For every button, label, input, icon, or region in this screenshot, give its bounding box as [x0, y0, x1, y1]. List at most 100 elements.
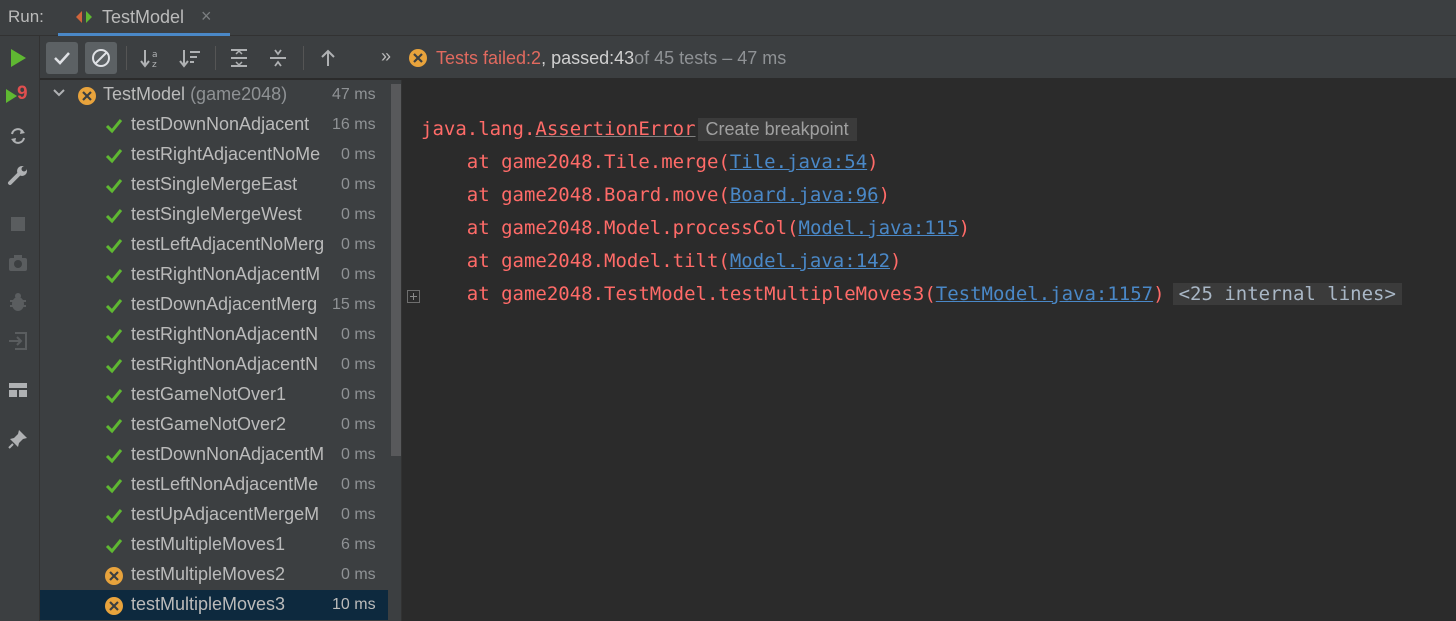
- frame-suffix: ): [867, 151, 879, 173]
- create-breakpoint-link[interactable]: Create breakpoint: [697, 118, 857, 141]
- source-link[interactable]: Tile.java:54: [730, 151, 867, 173]
- test-name: testGameNotOver1: [131, 384, 287, 404]
- test-row[interactable]: testLeftAdjacentNoMerg 0 ms: [40, 230, 388, 260]
- run-button[interactable]: [4, 44, 32, 72]
- pin-tab-button[interactable]: [4, 425, 32, 453]
- internal-lines-fold[interactable]: <25 internal lines>: [1172, 283, 1402, 305]
- suite-package: (game2048): [190, 84, 288, 104]
- frame-method: at game2048.Tile.merge(: [421, 151, 730, 173]
- frame-method: at game2048.TestModel.testMultipleMoves3…: [421, 283, 936, 305]
- show-ignored-icon: [92, 49, 110, 67]
- debug-button[interactable]: [4, 288, 32, 316]
- toggle-auto-test-button[interactable]: [4, 122, 32, 150]
- test-row[interactable]: testRightNonAdjacentM 0 ms: [40, 260, 388, 290]
- expand-all-button[interactable]: [223, 42, 255, 74]
- test-name: testLeftNonAdjacentMe: [131, 474, 319, 494]
- passed-check-icon: [105, 449, 123, 464]
- stack-frame-line: at game2048.Board.move(Board.java:96): [421, 184, 890, 212]
- test-duration: 6 ms: [341, 536, 376, 554]
- tab-testmodel[interactable]: TestModel ×: [58, 0, 230, 36]
- failed-count: 2: [531, 47, 542, 68]
- test-name: testMultipleMoves2: [131, 564, 286, 584]
- source-link[interactable]: Model.java:115: [799, 217, 959, 239]
- test-duration: 0 ms: [341, 176, 376, 194]
- test-duration: 0 ms: [341, 146, 376, 164]
- test-row[interactable]: testSingleMergeWest 0 ms: [40, 200, 388, 230]
- test-row[interactable]: testMultipleMoves3 10 ms: [40, 590, 388, 620]
- test-row[interactable]: testDownNonAdjacentM 0 ms: [40, 440, 388, 470]
- test-row[interactable]: testMultipleMoves2 0 ms: [40, 560, 388, 590]
- source-link[interactable]: TestModel.java:1157: [936, 283, 1153, 305]
- collapse-all-button[interactable]: [262, 42, 294, 74]
- close-icon[interactable]: ×: [201, 6, 212, 27]
- sort-alpha-icon: a z: [140, 50, 158, 69]
- test-row[interactable]: testGameNotOver2 0 ms: [40, 410, 388, 440]
- test-row[interactable]: testRightNonAdjacentN 0 ms: [40, 320, 388, 350]
- failed-status-icon: [105, 597, 123, 615]
- test-row[interactable]: testSingleMergeEast 0 ms: [40, 170, 388, 200]
- expand-all-icon: [231, 49, 247, 67]
- show-passed-icon: [54, 52, 70, 65]
- import-icon: [9, 332, 27, 350]
- left-action-toolbar: 9: [0, 36, 40, 621]
- frame-suffix: ): [890, 250, 902, 272]
- test-row[interactable]: testRightAdjacentNoMe 0 ms: [40, 140, 388, 170]
- test-row[interactable]: testGameNotOver1 0 ms: [40, 380, 388, 410]
- total-label: of 45 tests – 47 ms: [634, 47, 787, 68]
- junit-config-icon: [76, 11, 92, 23]
- console-output: java.lang.AssertionError Create breakpoin…: [403, 80, 1456, 621]
- show-ignored-button[interactable]: [85, 42, 117, 74]
- stack-frame-line: at game2048.TestModel.testMultipleMoves3…: [421, 283, 1402, 311]
- test-row[interactable]: testDownNonAdjacent 16 ms: [40, 110, 388, 140]
- failed-status-icon: [105, 567, 123, 585]
- toggle-auto-test-icon: [11, 128, 25, 144]
- passed-check-icon: [105, 269, 123, 284]
- exception-line: java.lang.AssertionError Create breakpoin…: [421, 118, 857, 146]
- expand-fold-icon[interactable]: [407, 290, 420, 303]
- svg-text:a: a: [152, 50, 158, 60]
- tree-root-row[interactable]: TestModel (game2048) 47 ms: [40, 80, 388, 110]
- frame-method: at game2048.Board.move(: [421, 184, 730, 206]
- screenshot-icon: [9, 255, 27, 271]
- test-name: testUpAdjacentMergeM: [131, 504, 320, 524]
- svg-text:z: z: [152, 60, 157, 69]
- test-name: testDownAdjacentMerg: [131, 294, 318, 314]
- passed-check-icon: [105, 239, 123, 254]
- rerun-failed-button[interactable]: 9: [4, 82, 32, 110]
- run-icon: [11, 49, 26, 67]
- stop-button[interactable]: [4, 210, 32, 238]
- failed-label: Tests failed:: [436, 47, 532, 68]
- chevron-down-icon[interactable]: [52, 86, 66, 100]
- sort-by-duration-button[interactable]: [174, 42, 206, 74]
- stack-frame-line: at game2048.Model.tilt(Model.java:142): [421, 250, 902, 278]
- screenshot-button[interactable]: [4, 249, 32, 277]
- test-row[interactable]: testUpAdjacentMergeM 0 ms: [40, 500, 388, 530]
- test-duration: 0 ms: [341, 506, 376, 524]
- test-name: testDownNonAdjacentM: [131, 444, 325, 464]
- test-row[interactable]: testRightNonAdjacentN 0 ms: [40, 350, 388, 380]
- passed-check-icon: [105, 149, 123, 164]
- previous-failed-button[interactable]: [312, 42, 344, 74]
- passed-check-icon: [105, 479, 123, 494]
- passed-check-icon: [105, 539, 123, 554]
- test-duration: 15 ms: [332, 296, 376, 314]
- passed-label: , passed:: [541, 47, 615, 68]
- layout-button[interactable]: [4, 376, 32, 404]
- test-row[interactable]: testMultipleMoves1 6 ms: [40, 530, 388, 560]
- test-name: testRightNonAdjacentN: [131, 324, 319, 344]
- source-link[interactable]: Model.java:142: [730, 250, 890, 272]
- sort-alphabetically-button[interactable]: a z: [135, 42, 167, 74]
- stack-frame-line: at game2048.Tile.merge(Tile.java:54): [421, 151, 879, 179]
- test-duration: 0 ms: [341, 386, 376, 404]
- more-actions-chevron[interactable]: »: [381, 46, 391, 67]
- test-row[interactable]: testLeftNonAdjacentMe 0 ms: [40, 470, 388, 500]
- source-link[interactable]: Board.java:96: [730, 184, 879, 206]
- show-passed-button[interactable]: [46, 42, 78, 74]
- exception-class-link[interactable]: AssertionError: [535, 118, 695, 140]
- import-button[interactable]: [4, 327, 32, 355]
- tree-scrollbar-thumb[interactable]: [391, 84, 401, 456]
- test-duration: 0 ms: [341, 326, 376, 344]
- test-row[interactable]: testDownAdjacentMerg 15 ms: [40, 290, 388, 320]
- rerun-badge: 9: [17, 83, 28, 104]
- settings-button[interactable]: [4, 161, 32, 189]
